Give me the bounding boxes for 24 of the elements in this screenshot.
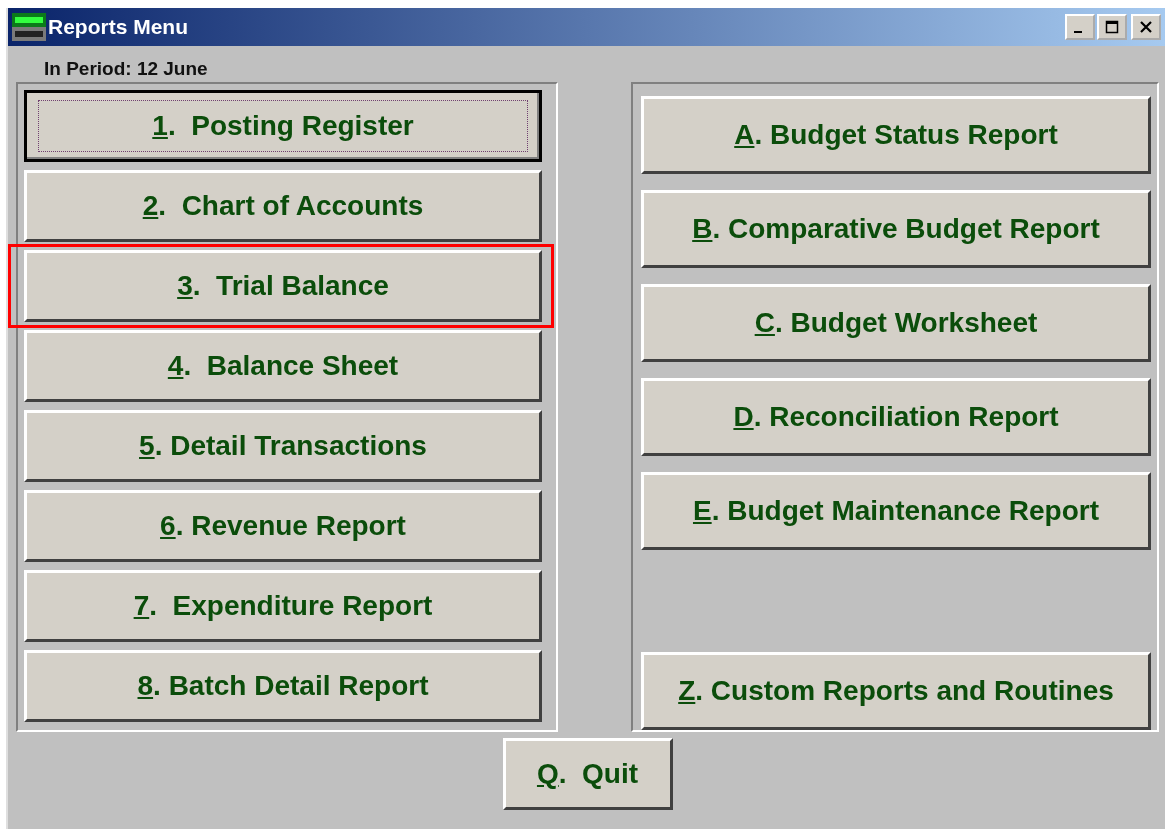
menu-button[interactable]: 6. Revenue Report	[24, 490, 542, 562]
menu-button[interactable]: D. Reconciliation Report	[641, 378, 1151, 456]
maximize-icon	[1105, 20, 1119, 34]
menu-button[interactable]: E. Budget Maintenance Report	[641, 472, 1151, 550]
menu-button[interactable]: 5. Detail Transactions	[24, 410, 542, 482]
menu-button[interactable]: 7. Expenditure Report	[24, 570, 542, 642]
menu-button[interactable]: Z. Custom Reports and Routines	[641, 652, 1151, 730]
window-title: Reports Menu	[48, 15, 189, 39]
quit-button[interactable]: Q. Quit	[502, 738, 673, 810]
close-icon	[1139, 20, 1153, 34]
app-logo-icon	[12, 13, 46, 41]
menu-button[interactable]: C. Budget Worksheet	[641, 284, 1151, 362]
maximize-button[interactable]	[1097, 14, 1127, 40]
menu-button[interactable]: 8. Batch Detail Report	[24, 650, 542, 722]
menu-button[interactable]: A. Budget Status Report	[641, 96, 1151, 174]
period-label: In Period: 12 June	[44, 58, 209, 81]
close-button[interactable]	[1131, 14, 1161, 40]
menu-button[interactable]: 3. Trial Balance	[24, 250, 542, 322]
menu-button[interactable]: B. Comparative Budget Report	[641, 190, 1151, 268]
menu-button[interactable]: 2. Chart of Accounts	[24, 170, 542, 242]
minimize-icon	[1074, 31, 1082, 33]
minimize-button[interactable]	[1065, 14, 1095, 40]
menu-button[interactable]: 1. Posting Register	[24, 90, 542, 162]
menu-button[interactable]: 4. Balance Sheet	[24, 330, 542, 402]
